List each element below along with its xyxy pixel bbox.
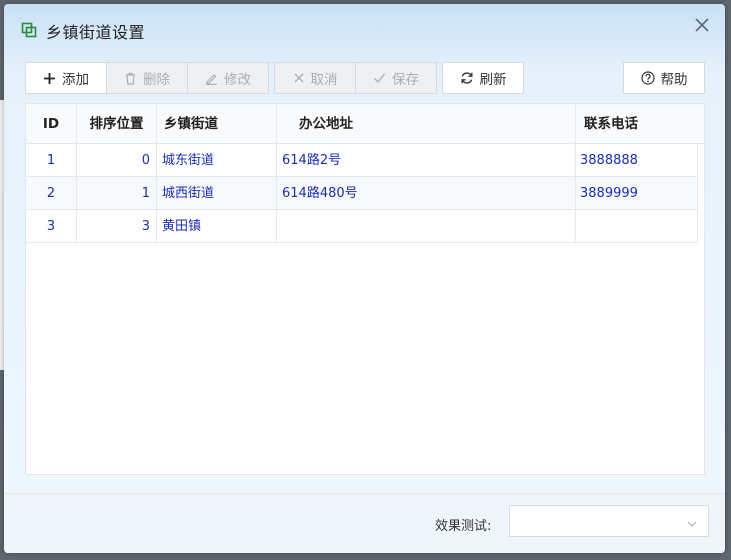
dialog-footer: 效果测试: [4, 494, 725, 553]
dialog-title: 乡镇街道设置 [46, 23, 146, 42]
delete-button[interactable]: 删除 [106, 62, 188, 94]
add-button-label: 添加 [62, 72, 89, 88]
cell-id: 2 [26, 177, 77, 210]
grid-header: ID 排序位置 乡镇街道 办公地址 联系电话 [26, 104, 704, 144]
table-row[interactable]: 2 1 城西街道 614路480号 3889999 [26, 177, 698, 210]
plus-icon [43, 72, 56, 85]
column-header-id[interactable]: ID [26, 104, 77, 144]
effect-test-select[interactable] [509, 505, 709, 537]
table-row[interactable]: 3 3 黄田镇 [26, 210, 698, 243]
cell-order: 3 [77, 210, 157, 243]
column-header-address[interactable]: 办公地址 [277, 104, 576, 144]
refresh-icon [460, 71, 474, 85]
cell-phone: 3888888 [576, 144, 698, 177]
cell-address: 614路2号 [277, 144, 576, 177]
checkmark-icon [373, 72, 386, 84]
edit-button-label: 修改 [224, 72, 251, 88]
cancel-button-label: 取消 [310, 72, 338, 88]
town-street-grid: ID 排序位置 乡镇街道 办公地址 联系电话 1 0 城东街道 614路2号 3… [25, 103, 705, 475]
trash-icon [124, 72, 137, 85]
cell-phone [576, 210, 698, 243]
x-icon [293, 72, 305, 84]
chevron-down-icon [686, 515, 698, 534]
refresh-button-label: 刷新 [479, 72, 507, 88]
refresh-button[interactable]: 刷新 [442, 62, 524, 94]
table-row[interactable]: 1 0 城东街道 614路2号 3888888 [26, 144, 698, 177]
effect-test-label: 效果测试: [435, 519, 492, 534]
pencil-icon [205, 72, 218, 85]
column-header-town[interactable]: 乡镇街道 [157, 104, 277, 144]
cancel-button[interactable]: 取消 [274, 62, 356, 94]
cell-town: 城西街道 [157, 177, 277, 210]
cell-id: 3 [26, 210, 77, 243]
cell-order: 1 [77, 177, 157, 210]
save-button[interactable]: 保存 [355, 62, 437, 94]
cell-id: 1 [26, 144, 77, 177]
add-button[interactable]: 添加 [25, 62, 107, 94]
cell-town: 黄田镇 [157, 210, 277, 243]
help-button-label: 帮助 [660, 72, 688, 88]
edit-button[interactable]: 修改 [187, 62, 269, 94]
town-street-settings-dialog: 乡镇街道设置 添加 删除 修改 取消 保存 刷新 帮助 ID 排序位置 乡镇街道… [4, 4, 725, 553]
cell-phone: 3889999 [576, 177, 698, 210]
cell-address: 614路480号 [277, 177, 576, 210]
cell-order: 0 [77, 144, 157, 177]
window-copy-icon [21, 22, 37, 38]
help-button[interactable]: 帮助 [623, 62, 705, 94]
column-header-phone[interactable]: 联系电话 [576, 104, 704, 144]
dialog-titlebar: 乡镇街道设置 [4, 4, 725, 56]
toolbar: 添加 删除 修改 取消 保存 刷新 帮助 [25, 62, 706, 94]
save-button-label: 保存 [392, 72, 419, 88]
cell-address [277, 210, 576, 243]
column-header-order[interactable]: 排序位置 [77, 104, 157, 144]
delete-button-label: 删除 [143, 72, 170, 88]
question-circle-icon [640, 71, 655, 85]
cell-town: 城东街道 [157, 144, 277, 177]
close-icon[interactable] [693, 16, 711, 34]
